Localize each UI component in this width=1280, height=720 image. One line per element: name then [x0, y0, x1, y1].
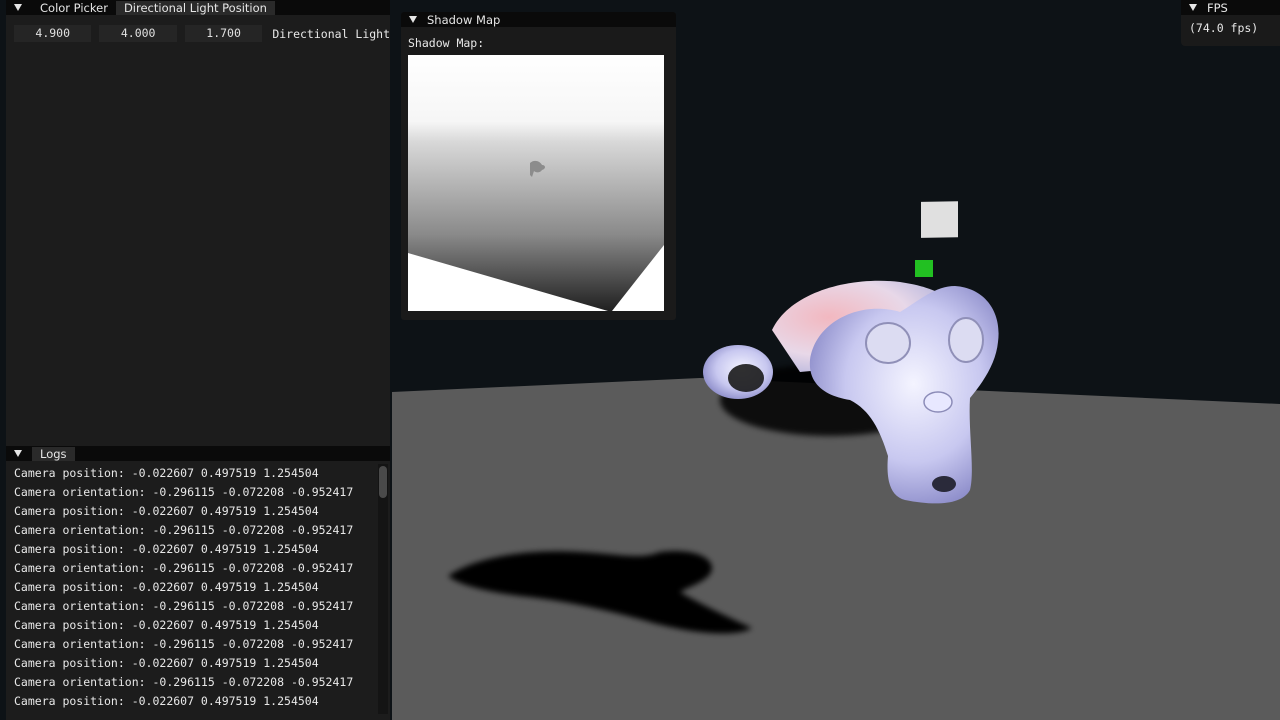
log-line: Camera position: -0.022607 0.497519 1.25… [14, 694, 319, 708]
collapse-triangle-icon[interactable] [409, 16, 417, 23]
logs-window[interactable]: Logs Camera position: -0.022607 0.497519… [6, 446, 390, 720]
log-line: Camera orientation: -0.296115 -0.072208 … [14, 561, 354, 575]
log-line: Camera position: -0.022607 0.497519 1.25… [14, 504, 319, 518]
collapse-triangle-icon[interactable] [1189, 4, 1197, 11]
log-scrollbar-thumb[interactable] [379, 466, 387, 498]
shadow-map-window[interactable]: Shadow Map Shadow Map: [401, 12, 676, 320]
position-x-field[interactable]: 4.900 [14, 25, 92, 42]
light-cube[interactable] [921, 201, 958, 238]
position-z-field[interactable]: 1.700 [184, 25, 263, 42]
collapse-triangle-icon[interactable] [14, 4, 22, 11]
monkey-eye-left [865, 322, 911, 364]
log-line: Camera orientation: -0.296115 -0.072208 … [14, 675, 354, 689]
fps-window[interactable]: FPS (74.0 fps) [1181, 0, 1280, 46]
log-line: Camera orientation: -0.296115 -0.072208 … [14, 485, 354, 499]
fps-title: FPS [1207, 0, 1228, 15]
tab-bar: Color Picker Directional Light Position [32, 0, 275, 15]
shadow-map-titlebar[interactable]: Shadow Map [401, 12, 676, 27]
log-line: Camera position: -0.022607 0.497519 1.25… [14, 656, 319, 670]
directional-light-label: Directional Light [272, 26, 391, 41]
shadow-map-label: Shadow Map: [408, 36, 485, 50]
logs-title[interactable]: Logs [32, 446, 75, 461]
log-line: Camera position: -0.022607 0.497519 1.25… [14, 618, 319, 632]
tab-directional-light-position[interactable]: Directional Light Position [115, 0, 275, 15]
light-position-row: 4.900 4.000 1.700 Directional Light [14, 25, 390, 42]
position-y-field[interactable]: 4.000 [99, 25, 177, 42]
color-picker-titlebar[interactable]: Color Picker Directional Light Position [6, 0, 390, 15]
log-list: Camera position: -0.022607 0.497519 1.25… [6, 464, 376, 720]
log-line: Camera orientation: -0.296115 -0.072208 … [14, 599, 354, 613]
monkey-eye-right [948, 317, 984, 363]
logs-titlebar[interactable]: Logs [6, 446, 390, 461]
light-marker[interactable] [915, 260, 933, 277]
log-line: Camera orientation: -0.296115 -0.072208 … [14, 637, 354, 651]
shadow-map-title: Shadow Map [427, 12, 501, 27]
log-line: Camera position: -0.022607 0.497519 1.25… [14, 466, 319, 480]
shadow-map-image [408, 55, 664, 311]
fps-titlebar[interactable]: FPS [1181, 0, 1280, 15]
color-picker-window[interactable]: Color Picker Directional Light Position … [6, 0, 390, 446]
log-line: Camera position: -0.022607 0.497519 1.25… [14, 580, 319, 594]
fps-value: (74.0 fps) [1189, 21, 1259, 35]
tab-color-picker[interactable]: Color Picker [32, 1, 116, 15]
log-line: Camera orientation: -0.296115 -0.072208 … [14, 523, 354, 537]
log-line: Camera position: -0.022607 0.497519 1.25… [14, 542, 319, 556]
log-scrollbar[interactable] [378, 464, 388, 714]
collapse-triangle-icon[interactable] [14, 450, 22, 457]
